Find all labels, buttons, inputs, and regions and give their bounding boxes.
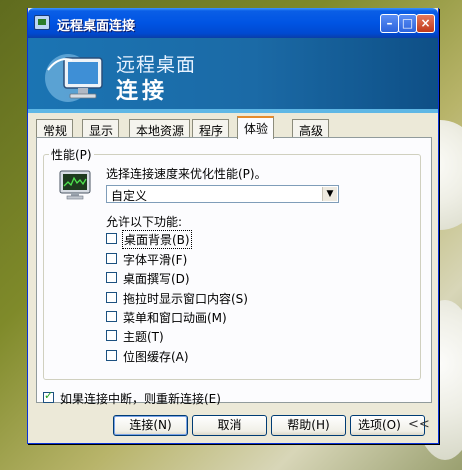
banner-stripe	[28, 109, 438, 113]
header-banner: 远程桌面 连接	[28, 38, 438, 113]
experience-tab-panel: 性能(P) 选择连接速度来优化性能(P)。 自定义 ▼ 允许以下功能: 桌面背景…	[36, 137, 432, 406]
collapse-chevron-icon: <<	[408, 417, 430, 432]
maximize-button[interactable]: □	[398, 14, 417, 33]
title-bar[interactable]: 远程桌面连接 – □ ×	[28, 8, 438, 38]
performance-monitor-icon	[59, 170, 91, 200]
connect-button[interactable]: 连接(N)	[113, 415, 188, 436]
checkbox[interactable]	[106, 350, 117, 361]
connection-speed-label: 选择连接速度来优化性能(P)。	[106, 167, 267, 181]
performance-group-label: 性能(P)	[49, 146, 94, 163]
option-label: 菜单和窗口动画(M)	[123, 311, 227, 325]
banner-title-line2: 连接	[116, 79, 169, 104]
option-label: 位图缓存(A)	[123, 350, 189, 364]
checkbox[interactable]	[106, 311, 117, 322]
checkbox[interactable]	[106, 272, 117, 283]
tab-advanced[interactable]: 高级	[292, 119, 330, 138]
help-button[interactable]: 帮助(H)	[271, 415, 346, 436]
connection-speed-value: 自定义	[111, 189, 148, 203]
tab-experience[interactable]: 体验	[237, 116, 275, 139]
dropdown-arrow-icon[interactable]: ▼	[322, 187, 337, 201]
window-title: 远程桌面连接	[57, 19, 136, 34]
minimize-button[interactable]: –	[380, 14, 399, 33]
cancel-button[interactable]: 取消	[192, 415, 267, 436]
checkbox[interactable]	[43, 389, 54, 403]
checkbox[interactable]	[106, 292, 117, 303]
options-button-label: 选项(O)	[358, 418, 401, 432]
allow-features-label: 允许以下功能:	[106, 215, 183, 229]
option-label: 字体平滑(F)	[123, 253, 188, 267]
checkbox[interactable]	[106, 253, 117, 264]
tab-programs[interactable]: 程序	[192, 119, 230, 138]
remote-desktop-monitor-icon	[45, 54, 103, 102]
checkbox[interactable]	[106, 330, 117, 341]
remote-desktop-window: 远程桌面连接 – □ × 远程桌面 连接 常规 显示 本地资源 程序 体验 高级…	[27, 8, 439, 444]
option-label: 桌面背景(B)	[122, 230, 192, 249]
tab-strip: 常规 显示 本地资源 程序 体验 高级	[36, 116, 432, 139]
option-label: 桌面撰写(D)	[123, 272, 190, 286]
reconnect-label: 如果连接中断，则重新连接(E)	[60, 392, 221, 406]
option-label: 主题(T)	[123, 330, 164, 344]
checkbox[interactable]	[106, 233, 117, 244]
tab-general[interactable]: 常规	[36, 119, 74, 138]
connection-speed-dropdown[interactable]: 自定义 ▼	[106, 185, 339, 203]
option-label: 拖拉时显示窗口内容(S)	[123, 292, 248, 306]
tab-display[interactable]: 显示	[82, 119, 120, 138]
close-button[interactable]: ×	[416, 14, 435, 33]
remote-desktop-icon	[34, 15, 50, 30]
tab-local-resources[interactable]: 本地资源	[129, 119, 191, 138]
